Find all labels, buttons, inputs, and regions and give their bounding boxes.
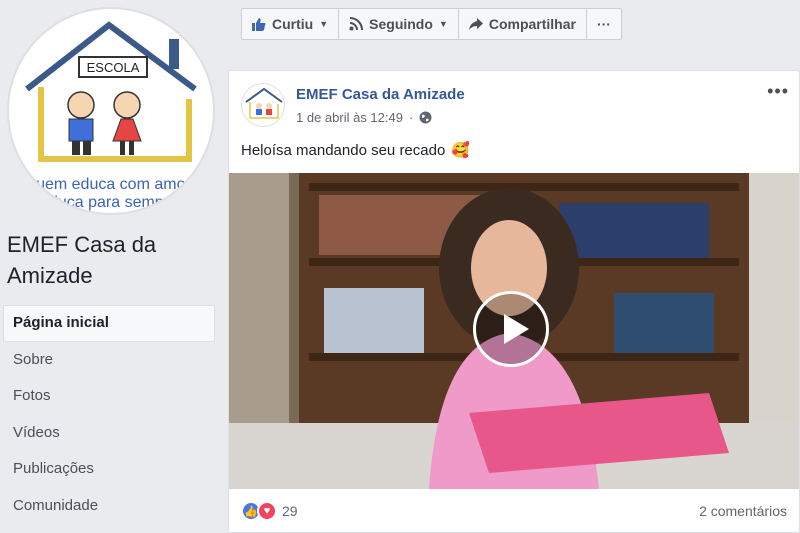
logo-slogan-line-2: educa para sempre	[40, 194, 178, 211]
share-button[interactable]: Compartilhar	[459, 9, 587, 39]
reactions-count[interactable]: 29	[282, 503, 298, 519]
follow-label: Seguindo	[369, 16, 433, 32]
nav-item-community[interactable]: Comunidade	[3, 488, 215, 525]
comments-count-link[interactable]: 2 comentários	[699, 503, 787, 519]
share-arrow-icon	[468, 18, 483, 30]
nav-item-photos[interactable]: Fotos	[3, 378, 215, 415]
nav-item-videos[interactable]: Vídeos	[3, 415, 215, 452]
nav-item-home[interactable]: Página inicial	[3, 305, 215, 342]
nav-item-about[interactable]: Sobre	[3, 342, 215, 379]
school-logo: ESCOLA quem educa com amor educa para se…	[25, 21, 197, 211]
page-action-bar: Curtiu ▼ Seguindo ▼ Compartilhar ···	[241, 8, 622, 40]
follow-button[interactable]: Seguindo ▼	[339, 9, 459, 39]
nav-item-posts[interactable]: Publicações	[3, 451, 215, 488]
post-footer: 👍 ♥ 29 2 comentários	[241, 499, 787, 523]
caret-down-icon: ▼	[319, 19, 329, 29]
post-message-text: Heloísa mandando seu recado	[241, 141, 446, 159]
like-page-label: Curtiu	[272, 16, 314, 32]
rss-icon	[349, 17, 364, 31]
love-reaction-icon: ♥	[257, 501, 277, 521]
reaction-icons[interactable]: 👍 ♥	[241, 501, 277, 521]
school-logo-small	[245, 87, 283, 119]
like-page-button[interactable]: Curtiu ▼	[242, 9, 340, 39]
video-player[interactable]	[229, 173, 799, 489]
post-meta: 1 de abril às 12:49 ·	[296, 110, 432, 125]
play-button[interactable]	[473, 291, 549, 367]
post-author-name[interactable]: EMEF Casa da Amizade	[296, 86, 465, 103]
caret-down-icon: ▼	[438, 19, 448, 29]
post-message: Heloísa mandando seu recado 🥰	[241, 141, 470, 160]
middot-separator: ·	[408, 110, 414, 125]
thumbs-up-icon	[252, 18, 266, 31]
post-card: EMEF Casa da Amizade 1 de abril às 12:49…	[228, 70, 800, 533]
post-timestamp[interactable]: 1 de abril às 12:49	[296, 110, 403, 125]
globe-icon	[419, 111, 432, 124]
logo-sign-text: ESCOLA	[87, 60, 140, 75]
smiling-face-with-hearts-emoji: 🥰	[451, 142, 470, 159]
more-options-button[interactable]: ···	[587, 9, 621, 39]
logo-slogan-line-1: quem educa com amor	[27, 176, 191, 193]
post-options-icon[interactable]: •••	[767, 81, 789, 102]
share-label: Compartilhar	[488, 16, 576, 32]
page-name[interactable]: EMEF Casa da Amizade	[7, 229, 217, 291]
post-author-avatar[interactable]	[241, 83, 285, 127]
left-column: ESCOLA quem educa com amor educa para se…	[0, 0, 228, 533]
page-nav: Página inicial Sobre Fotos Vídeos Public…	[3, 305, 215, 524]
page-profile-picture[interactable]: ESCOLA quem educa com amor educa para se…	[9, 9, 213, 213]
